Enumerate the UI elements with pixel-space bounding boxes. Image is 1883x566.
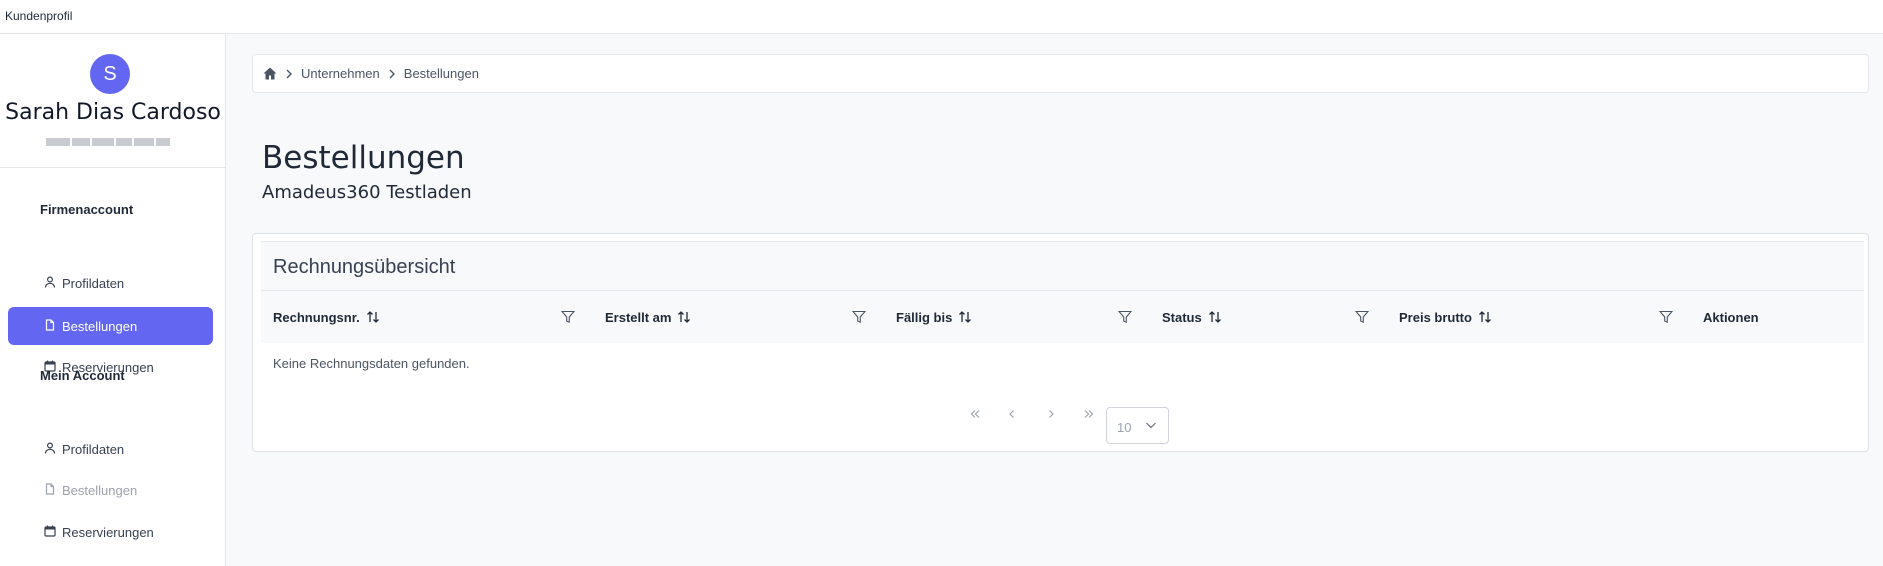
sidebar-item-label: Bestellungen: [62, 318, 138, 334]
document-icon: [45, 319, 55, 331]
home-icon[interactable]: [263, 67, 277, 80]
next-page-button[interactable]: [1041, 404, 1061, 424]
double-chevron-right-icon: [1084, 410, 1094, 418]
chevron-left-icon: [1009, 410, 1014, 418]
sort-icon[interactable]: [958, 310, 972, 324]
page-title: Bestellungen: [262, 140, 465, 176]
sort-icon[interactable]: [1478, 310, 1492, 324]
avatar: S: [90, 54, 130, 94]
sidebar-item-mein-bestellungen[interactable]: Bestellungen: [8, 471, 213, 509]
sidebar-item-firma-profildaten[interactable]: Profildaten: [8, 264, 213, 302]
section-label-firmenaccount: Firmenaccount: [40, 202, 134, 217]
column-header-faellig-bis[interactable]: Fällig bis: [896, 291, 972, 343]
rows-per-page-value: 10: [1117, 420, 1132, 435]
column-header-erstellt-am[interactable]: Erstellt am: [605, 291, 691, 343]
user-icon: [44, 442, 56, 454]
first-page-button[interactable]: [965, 404, 985, 424]
rows-per-page-select[interactable]: 10: [1106, 407, 1169, 444]
chevron-right-icon: [1049, 410, 1054, 418]
filter-icon[interactable]: [1355, 310, 1369, 324]
breadcrumb-item-unternehmen[interactable]: Unternehmen: [301, 66, 380, 81]
filter-icon[interactable]: [1659, 310, 1673, 324]
last-page-button[interactable]: [1079, 404, 1099, 424]
user-icon: [44, 276, 56, 288]
sidebar-item-label: Reservierungen: [62, 524, 154, 540]
column-header-aktionen: Aktionen: [1703, 291, 1759, 343]
column-label: Aktionen: [1703, 309, 1759, 325]
sort-icon[interactable]: [366, 310, 380, 324]
sidebar-divider: [0, 167, 226, 168]
filter-icon[interactable]: [561, 310, 575, 324]
avatar-initial: S: [103, 62, 117, 85]
user-email-redacted: [46, 133, 176, 146]
page-subtitle: Amadeus360 Testladen: [262, 182, 472, 203]
sidebar-item-mein-profildaten[interactable]: Profildaten: [8, 430, 213, 468]
previous-page-button[interactable]: [1002, 404, 1022, 424]
breadcrumb-item-bestellungen: Bestellungen: [403, 66, 479, 81]
sidebar-item-firma-bestellungen[interactable]: Bestellungen: [8, 307, 213, 345]
card-title: Rechnungsübersicht: [273, 256, 456, 278]
column-header-rechnungsnr[interactable]: Rechnungsnr.: [273, 291, 380, 343]
sidebar-item-label: Bestellungen: [62, 482, 138, 498]
chevron-right-icon: [388, 69, 396, 79]
section-label-mein-account: Mein Account: [40, 368, 125, 383]
column-header-status[interactable]: Status: [1162, 291, 1222, 343]
user-name: Sarah Dias Cardoso: [5, 100, 221, 125]
breadcrumb: Unternehmen Bestellungen: [252, 54, 1869, 93]
sidebar-item-mein-reservierungen[interactable]: Reservierungen: [8, 513, 213, 551]
calendar-icon: [44, 525, 56, 537]
chevron-down-icon: [1146, 422, 1156, 429]
sidebar-item-label: Profildaten: [62, 441, 125, 457]
filter-icon[interactable]: [852, 310, 866, 324]
card-header: Rechnungsübersicht: [261, 241, 1864, 291]
empty-state-message: Keine Rechnungsdaten gefunden.: [273, 356, 470, 371]
sort-icon[interactable]: [677, 310, 691, 324]
column-label: Status: [1162, 309, 1202, 325]
column-header-preis-brutto[interactable]: Preis brutto: [1399, 291, 1492, 343]
column-label: Erstellt am: [605, 309, 672, 325]
column-label: Rechnungsnr.: [273, 309, 360, 325]
filter-icon[interactable]: [1118, 310, 1132, 324]
document-icon: [45, 483, 55, 495]
window-titlebar: Kundenprofil: [0, 0, 1883, 34]
table-header: Rechnungsnr. Erstellt am Fällig bis Stat…: [261, 291, 1864, 343]
sort-icon[interactable]: [1208, 310, 1222, 324]
double-chevron-left-icon: [970, 410, 980, 418]
column-label: Fällig bis: [896, 309, 953, 325]
window-title: Kundenprofil: [5, 9, 73, 23]
sidebar-item-label: Profildaten: [62, 275, 125, 291]
chevron-right-icon: [285, 69, 293, 79]
column-label: Preis brutto: [1399, 309, 1472, 325]
invoice-card: Rechnungsübersicht Rechnungsnr. Erstellt…: [252, 233, 1869, 452]
sidebar: S Sarah Dias Cardoso Firmenaccount Profi…: [0, 34, 226, 566]
